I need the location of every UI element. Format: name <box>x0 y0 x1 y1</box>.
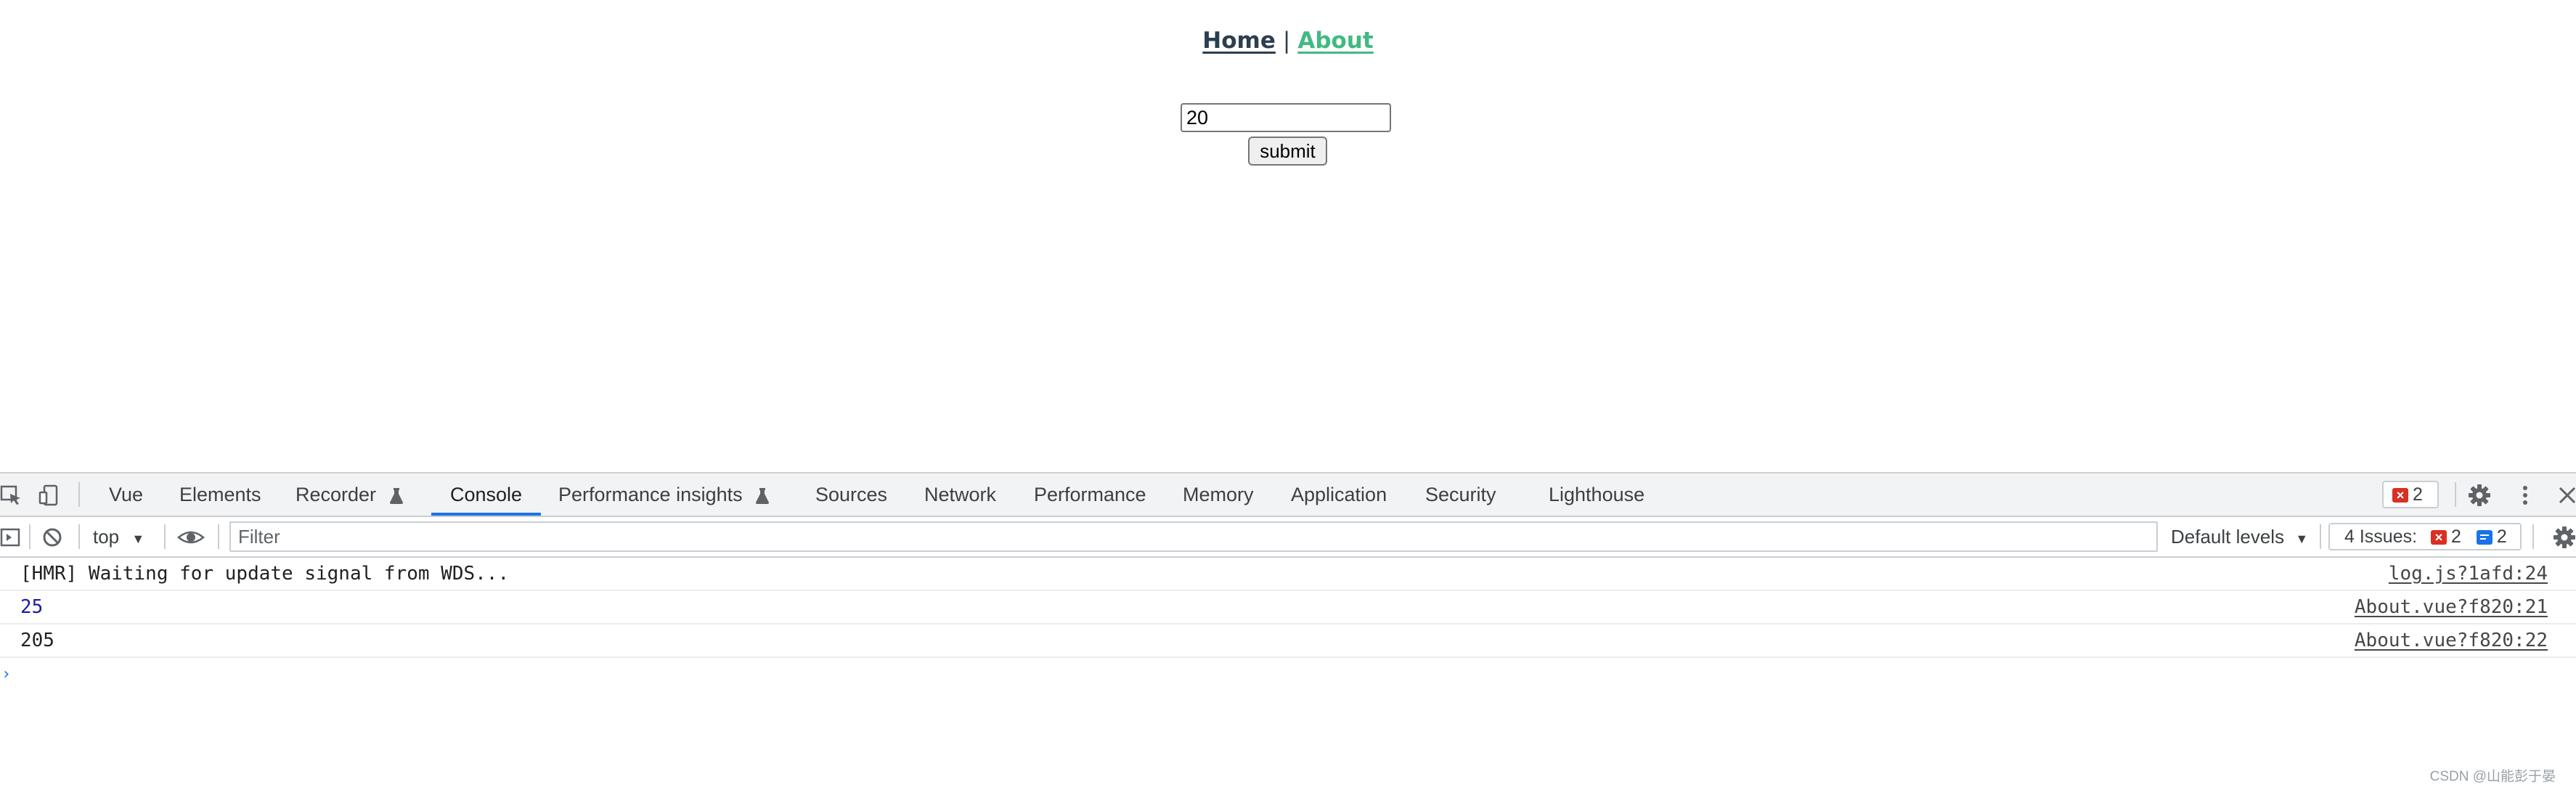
toolbar-divider <box>164 524 166 549</box>
tab-network[interactable]: Network <box>924 473 996 516</box>
submit-button[interactable]: submit <box>1248 137 1327 166</box>
console-message: [HMR] Waiting for update signal from WDS… <box>0 558 2576 591</box>
settings-gear-icon[interactable] <box>2468 484 2491 507</box>
console-message-source-link[interactable]: log.js?1afd:24 <box>2389 558 2548 590</box>
console-output: [HMR] Waiting for update signal from WDS… <box>0 558 2576 784</box>
error-icon: × <box>2431 530 2447 545</box>
toolbar-divider <box>29 524 30 549</box>
watermark: CSDN @山能彭于晏 <box>2429 769 2556 784</box>
console-toolbar: top ▼ Default levels ▼ 4 Issues: × 2 2 <box>0 517 2576 558</box>
tab-performance-insights-label: Performance insights <box>558 484 743 505</box>
console-message-source-link[interactable]: About.vue?f820:22 <box>2355 625 2548 656</box>
context-selector[interactable]: top ▼ <box>93 517 144 556</box>
dropdown-arrow-icon: ▼ <box>131 532 145 546</box>
console-prompt[interactable]: › <box>1 665 11 683</box>
close-devtools-icon[interactable] <box>2556 484 2576 507</box>
console-message-text: 25 <box>20 596 44 618</box>
clear-console-icon[interactable] <box>41 526 64 549</box>
console-message: 25 About.vue?f820:21 <box>0 591 2576 625</box>
log-levels-dropdown[interactable]: Default levels ▼ <box>2171 517 2308 556</box>
dropdown-arrow-icon: ▼ <box>2295 532 2309 546</box>
inspect-element-icon[interactable] <box>0 484 23 507</box>
issues-button[interactable]: 4 Issues: × 2 2 <box>2328 523 2522 550</box>
context-selector-value: top <box>93 526 120 548</box>
tab-performance[interactable]: Performance <box>1034 473 1146 516</box>
tab-elements[interactable]: Elements <box>179 473 261 516</box>
console-message-text: 205 <box>20 630 54 651</box>
error-count: 2 <box>2413 484 2423 505</box>
tab-lighthouse[interactable]: Lighthouse <box>1549 473 1644 516</box>
devtools-panel: Vue Elements Recorder Console Performanc… <box>0 472 2576 784</box>
experiment-flask-icon <box>756 487 770 504</box>
more-options-icon[interactable] <box>2514 484 2537 507</box>
console-filter-input[interactable] <box>229 521 2158 552</box>
console-message: 205 About.vue?f820:22 <box>0 625 2576 658</box>
tabbar-divider <box>2455 482 2456 507</box>
experiment-flask-icon <box>389 487 403 504</box>
show-sidebar-icon[interactable] <box>0 526 23 549</box>
devtools-tabbar: Vue Elements Recorder Console Performanc… <box>0 473 2576 517</box>
number-input[interactable] <box>1181 103 1391 132</box>
toolbar-divider <box>2320 524 2321 549</box>
tabbar-divider <box>78 482 80 507</box>
toolbar-divider <box>78 524 80 549</box>
tab-security[interactable]: Security <box>1425 473 1496 516</box>
tab-console[interactable]: Console <box>431 473 542 516</box>
tab-recorder[interactable]: Recorder <box>295 473 404 516</box>
app-nav: Home | About <box>0 28 2576 54</box>
tab-memory[interactable]: Memory <box>1183 473 1254 516</box>
tab-recorder-label: Recorder <box>295 484 377 505</box>
tab-application[interactable]: Application <box>1291 473 1387 516</box>
device-toolbar-icon[interactable] <box>38 484 61 507</box>
console-message-source-link[interactable]: About.vue?f820:21 <box>2355 591 2548 623</box>
tab-vue[interactable]: Vue <box>109 473 143 516</box>
toolbar-divider <box>2532 524 2534 549</box>
issues-info-count: 2 <box>2496 526 2507 547</box>
issues-label: 4 Issues: <box>2344 526 2418 547</box>
toolbar-divider <box>218 524 219 549</box>
nav-about-link[interactable]: About <box>1297 28 1373 54</box>
info-message-icon <box>2476 530 2493 545</box>
log-levels-label: Default levels <box>2171 526 2285 548</box>
tab-performance-insights[interactable]: Performance insights <box>558 473 770 516</box>
console-settings-gear-icon[interactable] <box>2553 526 2576 549</box>
nav-home-link[interactable]: Home <box>1202 28 1276 54</box>
console-message-text: [HMR] Waiting for update signal from WDS… <box>20 563 510 585</box>
error-count-badge[interactable]: × 2 <box>2382 481 2439 508</box>
error-icon: × <box>2392 488 2408 503</box>
issues-error-count: 2 <box>2451 526 2461 547</box>
nav-separator: | <box>1282 28 1291 54</box>
tab-sources[interactable]: Sources <box>815 473 887 516</box>
live-expression-eye-icon[interactable] <box>177 526 205 549</box>
